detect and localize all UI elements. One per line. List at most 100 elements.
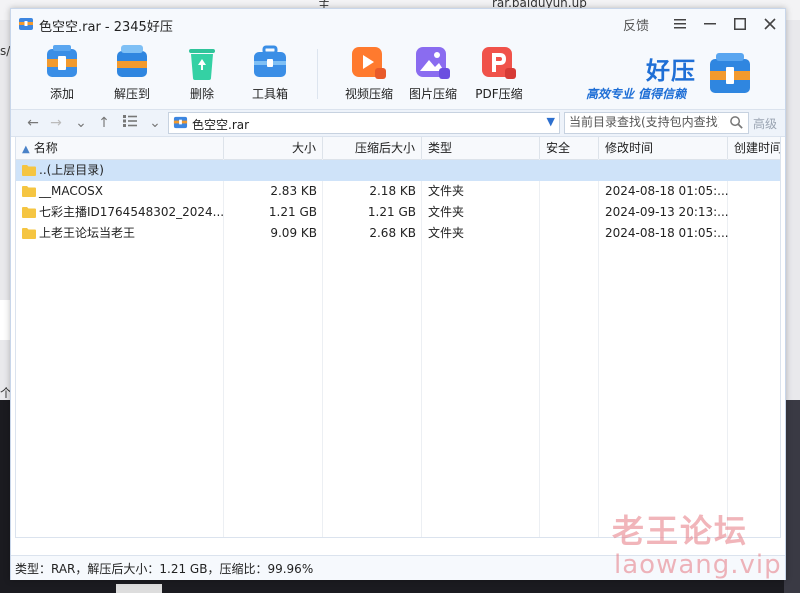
column-header-created[interactable]: 创建时间 — [728, 137, 780, 159]
delete-button[interactable]: 删除 — [171, 41, 233, 102]
minimize-icon[interactable] — [695, 9, 725, 39]
cell-security — [540, 181, 599, 202]
search-box[interactable] — [564, 112, 749, 134]
cell-security — [540, 160, 599, 181]
cell-security — [540, 223, 599, 244]
cell-text: 2.18 KB — [369, 184, 416, 198]
table-row[interactable]: __MACOSX 2.83 KB 2.18 KB 文件夹 2024-08-18 01:0… — [16, 181, 780, 202]
video-icon — [352, 47, 386, 79]
video-compress-button[interactable]: 视频压缩 — [338, 41, 400, 102]
desktop-thumbnail — [116, 584, 162, 593]
column-header-name[interactable]: ▲ 名称 — [16, 137, 224, 159]
brand-slogan: 高效专业 值得信赖 — [586, 87, 687, 101]
table-row[interactable]: 七彩主播ID1764548302_2024... 1.21 GB 1.21 GB 文件… — [16, 202, 780, 223]
cell-text: 2024-08-18 01:05:... — [605, 184, 728, 198]
cell-text: 9.09 KB — [270, 226, 317, 240]
column-header-security[interactable]: 安全 — [540, 137, 599, 159]
back-icon[interactable]: ← — [23, 113, 43, 133]
column-header-type[interactable]: 类型 — [422, 137, 540, 159]
list-header: ▲ 名称 大小 压缩后大小 类型 安全 修改时间 创建时间 — [16, 137, 780, 160]
folder-icon — [22, 207, 36, 218]
path-dropdown-icon[interactable]: ▼ — [547, 115, 555, 128]
toolbox-button[interactable]: 工具箱 — [239, 41, 301, 102]
cell-modified — [599, 160, 728, 181]
cell-text: 七彩主播ID1764548302_2024... — [39, 205, 224, 219]
toolbox-icon — [254, 45, 286, 77]
pdf-compress-button[interactable]: PDF压缩 — [468, 41, 530, 102]
cell-modified: 2024-09-13 20:13:... — [599, 202, 728, 223]
extract-icon — [117, 45, 147, 77]
image-compress-button[interactable]: 图片压缩 — [402, 41, 464, 102]
add-button[interactable]: 添加 — [31, 41, 93, 102]
brand-logo: 好压 高效专业 值得信赖 — [586, 51, 776, 111]
maximize-icon[interactable] — [725, 9, 755, 39]
cell-text: 文件夹 — [428, 205, 465, 219]
cell-packed: 2.18 KB — [323, 181, 422, 202]
cell-text: 上老王论坛当老王 — [39, 226, 136, 240]
cell-size — [224, 160, 323, 181]
table-row[interactable]: 上老王论坛当老王 9.09 KB 2.68 KB 文件夹 2024-08-18 01:0… — [16, 223, 780, 244]
address-bar: ← → ⌄ ↑ ⌄ 色空空.rar ▼ 高级 — [11, 109, 785, 137]
recycle-icon — [189, 49, 215, 80]
cell-name: 七彩主播ID1764548302_2024... — [16, 202, 224, 223]
view-dropdown-icon[interactable]: ⌄ — [145, 113, 165, 133]
desktop-panel — [0, 300, 10, 340]
path-field[interactable]: 色空空.rar ▼ — [168, 112, 560, 134]
cell-type: 文件夹 — [422, 223, 540, 244]
background-text: s/ — [0, 44, 11, 58]
cell-size: 1.21 GB — [224, 202, 323, 223]
archive-window: 色空空.rar - 2345好压 反馈 添加 解压到 删除 工具箱 视频压缩 图… — [10, 8, 786, 580]
feedback-link[interactable]: 反馈 — [623, 15, 649, 34]
search-icon[interactable] — [729, 115, 744, 130]
desktop-dark-area — [784, 400, 800, 593]
title-bar[interactable]: 色空空.rar - 2345好压 反馈 — [11, 9, 785, 39]
cell-packed: 1.21 GB — [323, 202, 422, 223]
toolbar-separator — [317, 49, 318, 99]
menu-icon[interactable] — [665, 9, 695, 39]
sort-up-icon: ▲ — [22, 144, 30, 155]
chevron-down-icon[interactable]: ⌄ — [71, 113, 91, 133]
cell-packed — [323, 160, 422, 181]
cell-text: 文件夹 — [428, 184, 465, 198]
cell-text: 1.21 GB — [367, 205, 416, 219]
forward-icon[interactable]: → — [46, 113, 66, 133]
archive-app-icon — [19, 18, 33, 30]
cell-name: 上老王论坛当老王 — [16, 223, 224, 244]
advanced-search-button[interactable]: 高级 — [753, 115, 777, 132]
cell-text: __MACOSX — [39, 184, 104, 198]
cell-modified: 2024-08-18 01:05:... — [599, 223, 728, 244]
up-icon[interactable]: ↑ — [94, 113, 114, 133]
pdf-label: PDF压缩 — [475, 87, 523, 101]
extract-button[interactable]: 解压到 — [101, 41, 163, 102]
folder-icon — [22, 186, 36, 197]
cell-text: 2.83 KB — [270, 184, 317, 198]
video-label: 视频压缩 — [344, 87, 393, 101]
brand-name: 好压 — [646, 57, 696, 85]
cell-size: 2.83 KB — [224, 181, 323, 202]
cell-text: ..(上层目录) — [39, 163, 104, 177]
parent-directory-row[interactable]: ..(上层目录) — [16, 160, 780, 181]
image-label: 图片压缩 — [408, 87, 457, 101]
add-archive-icon — [47, 45, 77, 77]
view-mode-icon[interactable] — [120, 113, 140, 133]
image-icon — [416, 47, 450, 79]
toolbox-label: 工具箱 — [251, 87, 288, 101]
cell-type — [422, 160, 540, 181]
cell-size: 9.09 KB — [224, 223, 323, 244]
cell-name: __MACOSX — [16, 181, 224, 202]
delete-label: 删除 — [189, 87, 214, 101]
column-header-modified[interactable]: 修改时间 — [599, 137, 728, 159]
cell-modified: 2024-08-18 01:05:... — [599, 181, 728, 202]
cell-type: 文件夹 — [422, 181, 540, 202]
cell-created — [728, 202, 780, 223]
search-input[interactable] — [565, 113, 719, 131]
file-list: ▲ 名称 大小 压缩后大小 类型 安全 修改时间 创建时间 ..(上层目录) __M… — [15, 136, 781, 538]
column-header-packed-size[interactable]: 压缩后大小 — [323, 137, 422, 159]
column-header-size[interactable]: 大小 — [224, 137, 323, 159]
close-icon[interactable] — [755, 9, 785, 39]
cell-text: 2.68 KB — [369, 226, 416, 240]
cell-created — [728, 181, 780, 202]
path-text: 色空空.rar — [192, 118, 250, 132]
status-text: 类型：RAR，解压后大小：1.21 GB，压缩比：99.96% — [15, 562, 314, 576]
cell-text: 文件夹 — [428, 226, 465, 240]
